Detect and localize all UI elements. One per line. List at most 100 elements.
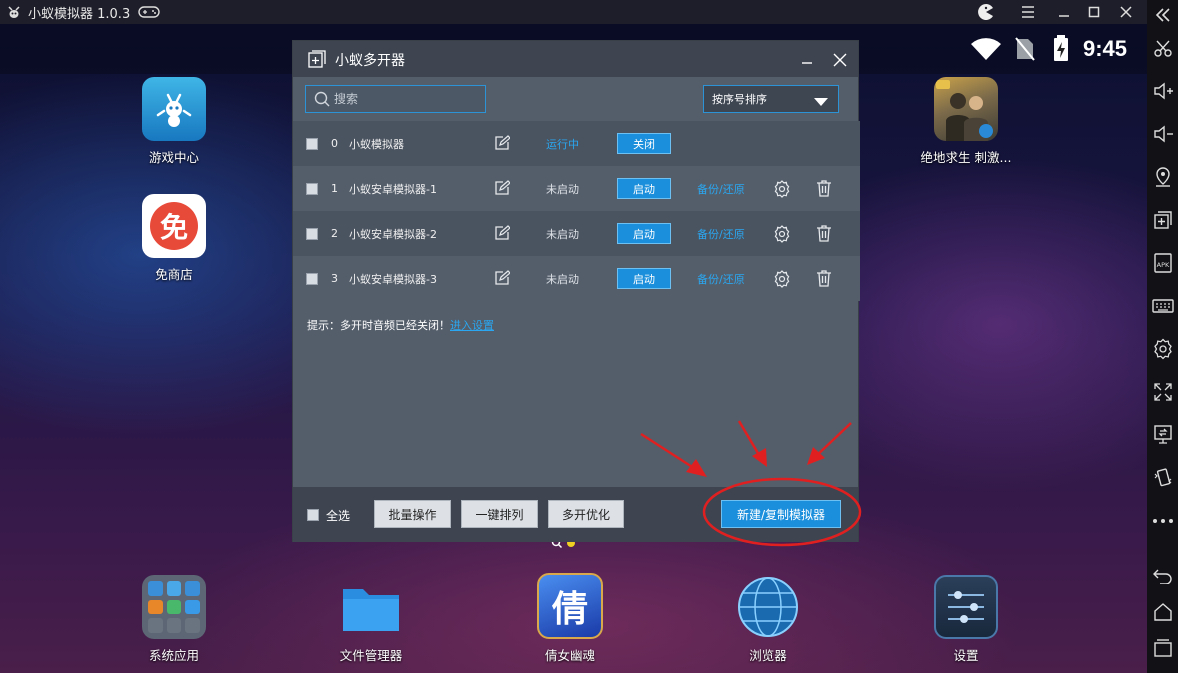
app-logo-icon [6, 4, 22, 20]
instance-row: 1 小蚁安卓模拟器-1 未启动 启动 备份/还原 [293, 166, 860, 211]
chevron-down-icon [814, 96, 828, 109]
select-all-label: 全选 [326, 509, 351, 523]
app-label: 设置 [953, 648, 979, 663]
app-qiannv[interactable]: 倩 倩女幽魂 [515, 573, 625, 664]
enter-settings-link[interactable]: 进入设置 [450, 319, 494, 332]
gamepad-icon[interactable] [138, 5, 160, 19]
trash-icon[interactable] [816, 269, 832, 290]
search-input[interactable] [334, 92, 474, 106]
menu-icon[interactable] [1014, 0, 1042, 24]
row-checkbox[interactable] [306, 137, 318, 150]
app-file-manager[interactable]: 文件管理器 [316, 575, 426, 664]
wifi-icon [970, 37, 1002, 65]
sync-screen-icon[interactable] [1147, 420, 1178, 450]
dialog-header: 小蚁多开器 [293, 41, 858, 77]
window-title: 小蚁模拟器 1.0.3 [28, 6, 131, 22]
start-button[interactable]: 启动 [617, 223, 671, 244]
new-copy-emulator-button[interactable]: 新建/复制模拟器 [721, 500, 841, 528]
sort-dropdown[interactable]: 按序号排序 [703, 85, 839, 113]
backup-restore-link[interactable]: 备份/还原 [697, 181, 745, 197]
minimize-icon[interactable] [1050, 0, 1078, 24]
instance-row: 3 小蚁安卓模拟器-3 未启动 启动 备份/还原 [293, 256, 860, 301]
app-system-apps[interactable]: 系统应用 [119, 575, 229, 664]
app-free-store[interactable]: 免 免商店 [119, 194, 229, 283]
status-clock: 9:45 [1083, 36, 1128, 61]
apk-icon[interactable]: APK [1147, 248, 1178, 278]
multi-instance-dialog: 小蚁多开器 按序号排序 0 小蚁模拟器 运行中 关闭 1 小蚁安卓模拟器-1 [292, 40, 860, 542]
app-folder-icon [142, 575, 206, 639]
edit-icon[interactable] [494, 270, 511, 289]
row-index: 0 [331, 137, 338, 150]
row-index: 3 [331, 272, 338, 285]
backup-restore-link[interactable]: 备份/还原 [697, 271, 745, 287]
instance-status: 未启动 [546, 272, 579, 286]
batch-operation-button[interactable]: 批量操作 [374, 500, 451, 528]
window-titlebar: 小蚁模拟器 1.0.3 [0, 0, 1147, 24]
edit-icon[interactable] [494, 180, 511, 199]
instance-name: 小蚁安卓模拟器-3 [349, 272, 437, 286]
folder-icon [339, 575, 403, 639]
scissors-icon[interactable] [1147, 33, 1178, 63]
pacman-icon[interactable] [972, 0, 1000, 24]
app-label: 游戏中心 [148, 150, 199, 165]
instance-row: 2 小蚁安卓模拟器-2 未启动 启动 备份/还原 [293, 211, 860, 256]
tip-text: 提示：多开时音频已经关闭！ [307, 319, 450, 332]
search-box[interactable] [305, 85, 486, 113]
app-browser[interactable]: 浏览器 [713, 575, 823, 664]
trash-icon[interactable] [816, 179, 832, 200]
location-icon[interactable] [1147, 162, 1178, 192]
free-glyph: 免 [150, 202, 198, 250]
app-label: 绝地求生 刺激... [920, 150, 1012, 165]
close-window-icon[interactable] [1112, 0, 1140, 24]
more-dots-icon[interactable] [1147, 506, 1178, 536]
dialog-minimize-icon[interactable] [801, 53, 813, 72]
fullscreen-icon[interactable] [1147, 377, 1178, 407]
keyboard-icon[interactable] [1147, 291, 1178, 321]
app-label: 系统应用 [148, 648, 199, 663]
edit-icon[interactable] [494, 225, 511, 244]
instance-settings-icon[interactable] [773, 270, 791, 291]
maximize-icon[interactable] [1080, 0, 1108, 24]
row-checkbox[interactable] [306, 227, 318, 240]
instance-status: 未启动 [546, 182, 579, 196]
dialog-title: 小蚁多开器 [335, 53, 405, 69]
settings-sliders-icon [934, 575, 998, 639]
app-label: 文件管理器 [339, 648, 403, 663]
instance-name: 小蚁安卓模拟器-1 [349, 182, 437, 196]
back-icon[interactable] [1147, 561, 1178, 591]
dialog-footer: 全选 批量操作 一键排列 多开优化 新建/复制模拟器 [293, 487, 858, 542]
ant-icon [142, 77, 206, 141]
svg-text:APK: APK [1156, 261, 1169, 269]
row-index: 1 [331, 182, 338, 195]
start-button[interactable]: 启动 [617, 268, 671, 289]
volume-up-icon[interactable] [1147, 76, 1178, 106]
row-checkbox[interactable] [306, 272, 318, 285]
shake-icon[interactable] [1147, 463, 1178, 493]
recent-apps-icon[interactable] [1147, 633, 1178, 663]
app-settings[interactable]: 设置 [911, 575, 1021, 664]
instance-settings-icon[interactable] [773, 180, 791, 201]
instance-name: 小蚁模拟器 [349, 137, 404, 151]
collapse-chevrons-icon[interactable] [1147, 0, 1178, 30]
app-label: 倩女幽魂 [544, 648, 595, 663]
stop-button[interactable]: 关闭 [617, 133, 671, 154]
row-checkbox[interactable] [306, 182, 318, 195]
multi-instance-icon[interactable] [1147, 205, 1178, 235]
volume-down-icon[interactable] [1147, 119, 1178, 149]
trash-icon[interactable] [816, 224, 832, 245]
app-pubg[interactable]: 绝地求生 刺激... [911, 77, 1021, 166]
battery-charging-icon [1052, 34, 1070, 66]
dialog-close-icon[interactable] [833, 52, 847, 71]
home-icon[interactable] [1147, 597, 1178, 627]
start-button[interactable]: 启动 [617, 178, 671, 199]
backup-restore-link[interactable]: 备份/还原 [697, 226, 745, 242]
settings-gear-icon[interactable] [1147, 334, 1178, 364]
auto-arrange-button[interactable]: 一键排列 [461, 500, 538, 528]
qiannv-game-icon: 倩 [537, 573, 603, 639]
instance-settings-icon[interactable] [773, 225, 791, 246]
no-sim-icon [1015, 37, 1035, 65]
multi-optimize-button[interactable]: 多开优化 [548, 500, 624, 528]
edit-icon[interactable] [494, 135, 511, 154]
app-game-center[interactable]: 游戏中心 [119, 77, 229, 166]
select-all-checkbox[interactable] [307, 509, 319, 521]
